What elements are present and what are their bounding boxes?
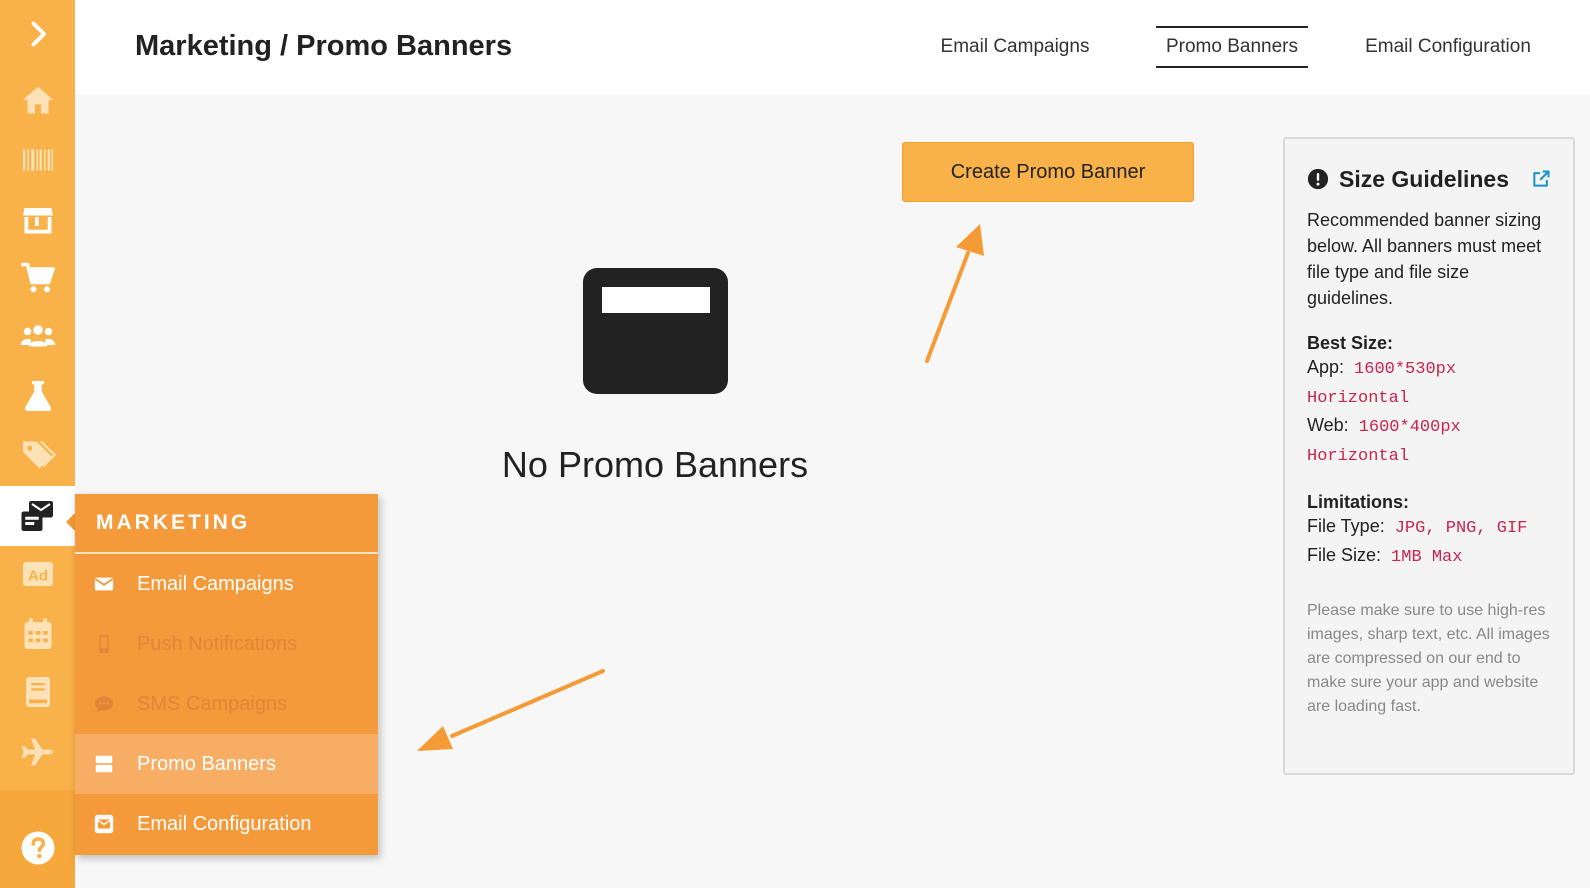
size-guidelines-panel: Size Guidelines Recommended banner sizin…: [1283, 137, 1575, 775]
banner-icon: [95, 755, 113, 773]
envelope-square-icon: [94, 814, 114, 834]
store-icon[interactable]: [0, 190, 75, 250]
file-size-row: File Size: 1MB Max: [1307, 545, 1463, 567]
home-icon[interactable]: [0, 70, 75, 130]
guidelines-note: Please make sure to use high-res images,…: [1307, 602, 1550, 715]
flyout-heading: MARKETING: [75, 494, 378, 554]
guidelines-description: Recommended banner sizing below. All ban…: [1307, 210, 1542, 308]
cart-icon[interactable]: [0, 248, 75, 308]
marketing-flyout-menu: MARKETING Email Campaigns Push Notificat…: [75, 494, 378, 855]
tab-promo-banners[interactable]: Promo Banners: [1156, 26, 1308, 68]
flyout-item-email-configuration[interactable]: Email Configuration: [75, 794, 378, 854]
flyout-item-email-campaigns[interactable]: Email Campaigns: [75, 554, 378, 614]
external-link-icon[interactable]: [1531, 169, 1551, 189]
calendar-icon[interactable]: [0, 604, 75, 664]
banner-placeholder-icon: [583, 268, 728, 394]
arrow-to-create-button: [925, 224, 984, 363]
tags-icon[interactable]: [0, 425, 75, 485]
chat-bubble-icon: [94, 696, 114, 713]
file-type-value: JPG, PNG, GIF: [1394, 519, 1528, 538]
plane-icon[interactable]: [0, 722, 75, 782]
top-header: Marketing / Promo Banners Email Campaign…: [75, 0, 1590, 94]
sidebar: Ad: [0, 0, 75, 888]
svg-text:Ad: Ad: [28, 567, 48, 584]
tab-email-configuration[interactable]: Email Configuration: [1358, 26, 1538, 68]
barcode-icon[interactable]: [0, 130, 75, 190]
expand-chevron-icon[interactable]: [0, 4, 75, 64]
flyout-item-promo-banners[interactable]: Promo Banners: [75, 734, 378, 794]
arrow-to-promo-banners-item: [417, 669, 605, 751]
limitations-heading: Limitations:: [1307, 492, 1409, 512]
flask-icon[interactable]: [0, 366, 75, 426]
flyout-item-sms-campaigns[interactable]: SMS Campaigns: [75, 674, 378, 734]
best-size-heading: Best Size:: [1307, 333, 1394, 353]
create-promo-banner-button[interactable]: Create Promo Banner: [902, 142, 1194, 202]
web-size-row: Web: 1600*400px Horizontal: [1307, 415, 1461, 466]
exclamation-circle-icon: [1307, 168, 1329, 190]
ad-icon[interactable]: Ad: [0, 544, 75, 604]
file-type-row: File Type: JPG, PNG, GIF: [1307, 516, 1528, 538]
help-icon[interactable]: [0, 818, 75, 878]
mobile-phone-icon: [99, 634, 109, 654]
tab-email-campaigns[interactable]: Email Campaigns: [930, 26, 1100, 68]
page-title: Marketing / Promo Banners: [135, 30, 513, 62]
book-icon[interactable]: [0, 662, 75, 722]
guidelines-title: Size Guidelines: [1339, 165, 1509, 192]
file-size-value: 1MB Max: [1391, 548, 1463, 567]
envelope-icon: [94, 577, 114, 591]
flyout-item-push-notifications[interactable]: Push Notifications: [75, 614, 378, 674]
app-size-row: App: 1600*530px Horizontal: [1307, 357, 1457, 408]
marketing-icon[interactable]: [0, 486, 75, 546]
users-icon[interactable]: [0, 306, 75, 366]
empty-state-text: No Promo Banners: [501, 444, 809, 485]
